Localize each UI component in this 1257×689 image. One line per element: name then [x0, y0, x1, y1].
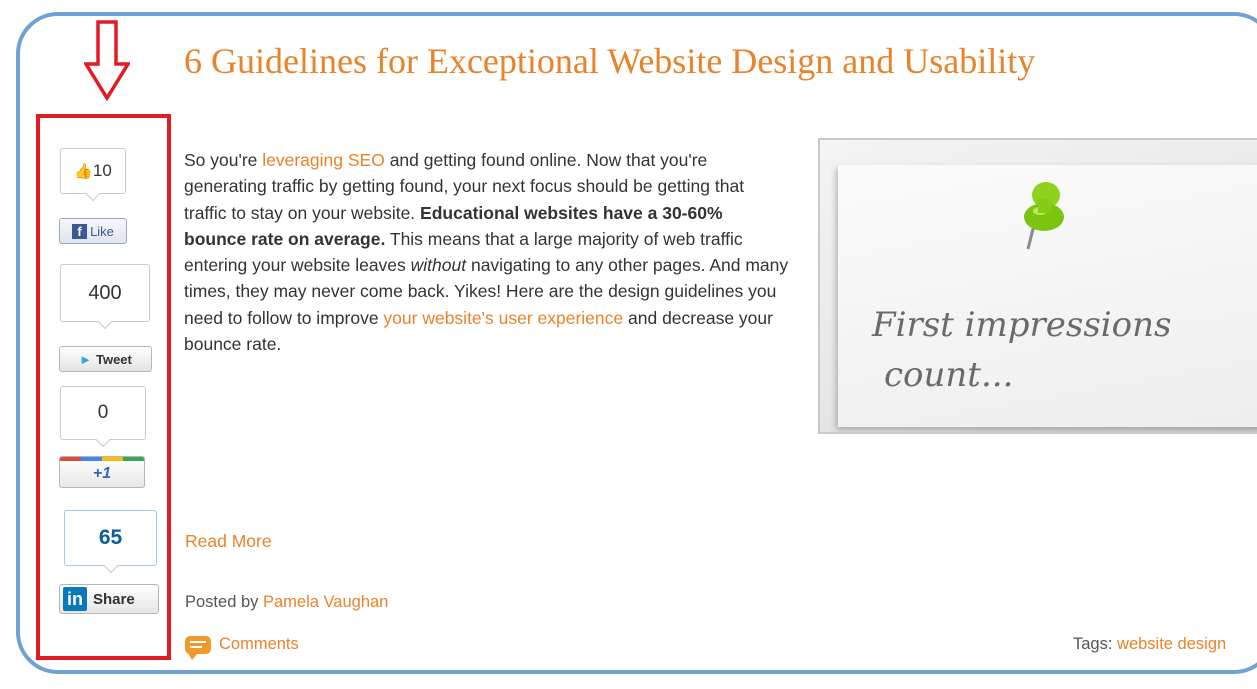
google-plusone-button[interactable]: +1 — [59, 456, 145, 488]
user-experience-link[interactable]: your website's user experience — [383, 308, 623, 328]
linkedin-share-button[interactable]: in Share — [59, 584, 159, 614]
twitter-tweet-count: 400 — [60, 264, 150, 322]
comments-link[interactable]: Comments — [219, 635, 299, 653]
image-caption-line2: count... — [884, 355, 1014, 395]
pushpin-icon — [1024, 182, 1064, 250]
leveraging-seo-link[interactable]: leveraging SEO — [262, 150, 385, 170]
facebook-like-button[interactable]: f Like — [59, 218, 127, 244]
post-title[interactable]: 6 Guidelines for Exceptional Website Des… — [184, 40, 1035, 82]
linkedin-icon: in — [63, 587, 87, 611]
google-plusone-count: 0 — [60, 386, 146, 440]
facebook-icon: f — [72, 223, 88, 239]
image-caption-line1: First impressions — [872, 305, 1172, 345]
read-more-link[interactable]: Read More — [185, 531, 272, 552]
share-widget-column: 👍10 f Like 400 ► Tweet 0 +1 65 in Share — [36, 114, 171, 660]
comments: Comments — [185, 635, 299, 660]
linkedin-share-count: 65 — [64, 510, 157, 566]
google-color-bar — [60, 457, 144, 461]
author-link[interactable]: Pamela Vaughan — [263, 593, 388, 611]
post-excerpt: So you're leveraging SEO and getting fou… — [184, 150, 789, 355]
post-image[interactable]: First impressions count... — [818, 138, 1257, 434]
tweet-button[interactable]: ► Tweet — [59, 346, 152, 372]
facebook-like-count: 👍10 — [60, 148, 126, 194]
comment-bubble-icon — [185, 635, 211, 660]
posted-by: Posted by Pamela Vaughan — [185, 593, 389, 611]
twitter-bird-icon: ► — [79, 351, 92, 367]
tags: Tags: website design — [1073, 635, 1227, 653]
down-arrow-icon — [84, 20, 130, 102]
thumbs-up-icon: 👍 — [74, 163, 93, 180]
tag-website-design[interactable]: website design — [1117, 635, 1226, 653]
note-card: First impressions count... — [838, 165, 1257, 427]
